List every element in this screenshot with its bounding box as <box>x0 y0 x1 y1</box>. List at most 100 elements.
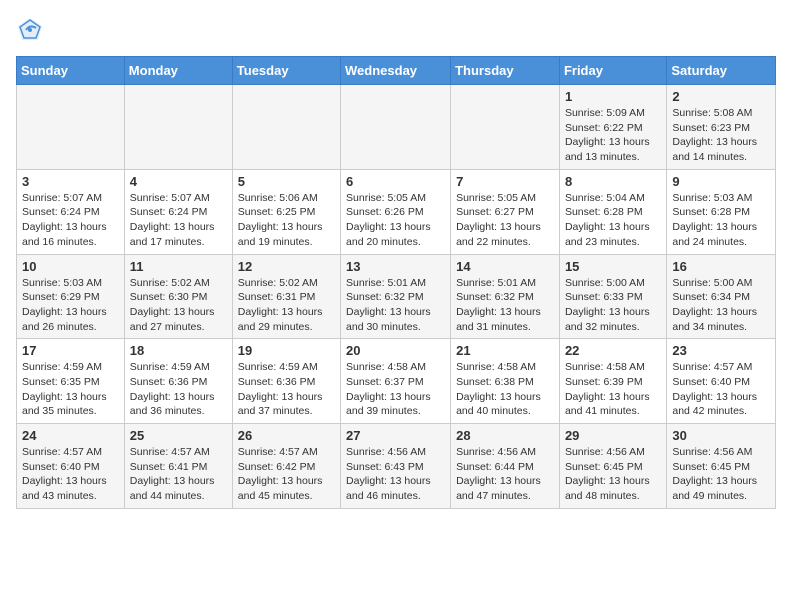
calendar-cell: 4 Sunrise: 5:07 AM Sunset: 6:24 PM Daylig… <box>124 169 232 254</box>
day-info: Sunrise: 4:57 AM Sunset: 6:40 PM Dayligh… <box>22 445 119 504</box>
calendar-body: 1 Sunrise: 5:09 AM Sunset: 6:22 PM Daylig… <box>17 85 776 509</box>
header-day-saturday: Saturday <box>667 57 776 85</box>
calendar-cell <box>17 85 125 170</box>
calendar-cell: 19 Sunrise: 4:59 AM Sunset: 6:36 PM Dayli… <box>232 339 340 424</box>
day-number: 21 <box>456 343 554 358</box>
day-info: Sunrise: 4:56 AM Sunset: 6:45 PM Dayligh… <box>672 445 770 504</box>
day-number: 17 <box>22 343 119 358</box>
header-day-monday: Monday <box>124 57 232 85</box>
header-day-sunday: Sunday <box>17 57 125 85</box>
calendar-week-4: 17 Sunrise: 4:59 AM Sunset: 6:35 PM Dayli… <box>17 339 776 424</box>
day-info: Sunrise: 5:02 AM Sunset: 6:31 PM Dayligh… <box>238 276 335 335</box>
day-info: Sunrise: 5:01 AM Sunset: 6:32 PM Dayligh… <box>456 276 554 335</box>
day-number: 19 <box>238 343 335 358</box>
day-info: Sunrise: 4:56 AM Sunset: 6:43 PM Dayligh… <box>346 445 445 504</box>
day-info: Sunrise: 5:03 AM Sunset: 6:28 PM Dayligh… <box>672 191 770 250</box>
day-info: Sunrise: 5:00 AM Sunset: 6:34 PM Dayligh… <box>672 276 770 335</box>
calendar-cell <box>341 85 451 170</box>
day-number: 18 <box>130 343 227 358</box>
calendar-cell: 24Sunrise: 4:57 AM Sunset: 6:40 PM Dayli… <box>17 424 125 509</box>
calendar-cell: 3 Sunrise: 5:07 AM Sunset: 6:24 PM Daylig… <box>17 169 125 254</box>
calendar-cell: 1 Sunrise: 5:09 AM Sunset: 6:22 PM Daylig… <box>559 85 666 170</box>
calendar-cell: 20 Sunrise: 4:58 AM Sunset: 6:37 PM Dayli… <box>341 339 451 424</box>
calendar-cell: 17 Sunrise: 4:59 AM Sunset: 6:35 PM Dayli… <box>17 339 125 424</box>
day-info: Sunrise: 5:05 AM Sunset: 6:26 PM Dayligh… <box>346 191 445 250</box>
day-info: Sunrise: 5:07 AM Sunset: 6:24 PM Dayligh… <box>130 191 227 250</box>
day-info: Sunrise: 5:06 AM Sunset: 6:25 PM Dayligh… <box>238 191 335 250</box>
day-number: 2 <box>672 89 770 104</box>
header-day-tuesday: Tuesday <box>232 57 340 85</box>
day-number: 25 <box>130 428 227 443</box>
calendar-cell: 5 Sunrise: 5:06 AM Sunset: 6:25 PM Daylig… <box>232 169 340 254</box>
day-number: 8 <box>565 174 661 189</box>
calendar-week-1: 1 Sunrise: 5:09 AM Sunset: 6:22 PM Daylig… <box>17 85 776 170</box>
day-info: Sunrise: 5:04 AM Sunset: 6:28 PM Dayligh… <box>565 191 661 250</box>
day-info: Sunrise: 4:58 AM Sunset: 6:37 PM Dayligh… <box>346 360 445 419</box>
day-number: 4 <box>130 174 227 189</box>
day-info: Sunrise: 5:09 AM Sunset: 6:22 PM Dayligh… <box>565 106 661 165</box>
calendar-cell: 9 Sunrise: 5:03 AM Sunset: 6:28 PM Daylig… <box>667 169 776 254</box>
day-info: Sunrise: 4:58 AM Sunset: 6:39 PM Dayligh… <box>565 360 661 419</box>
day-number: 5 <box>238 174 335 189</box>
calendar-cell: 12 Sunrise: 5:02 AM Sunset: 6:31 PM Dayli… <box>232 254 340 339</box>
header-day-friday: Friday <box>559 57 666 85</box>
day-number: 3 <box>22 174 119 189</box>
calendar-week-3: 10 Sunrise: 5:03 AM Sunset: 6:29 PM Dayli… <box>17 254 776 339</box>
day-number: 6 <box>346 174 445 189</box>
day-info: Sunrise: 4:56 AM Sunset: 6:45 PM Dayligh… <box>565 445 661 504</box>
day-info: Sunrise: 4:57 AM Sunset: 6:42 PM Dayligh… <box>238 445 335 504</box>
calendar-cell: 29 Sunrise: 4:56 AM Sunset: 6:45 PM Dayli… <box>559 424 666 509</box>
calendar-cell <box>124 85 232 170</box>
calendar-cell: 7Sunrise: 5:05 AM Sunset: 6:27 PM Daylig… <box>451 169 560 254</box>
calendar-cell: 11 Sunrise: 5:02 AM Sunset: 6:30 PM Dayli… <box>124 254 232 339</box>
calendar-cell <box>451 85 560 170</box>
day-number: 30 <box>672 428 770 443</box>
day-number: 12 <box>238 259 335 274</box>
calendar-cell <box>232 85 340 170</box>
calendar-cell: 18 Sunrise: 4:59 AM Sunset: 6:36 PM Dayli… <box>124 339 232 424</box>
page-header <box>16 16 776 44</box>
calendar-cell: 10 Sunrise: 5:03 AM Sunset: 6:29 PM Dayli… <box>17 254 125 339</box>
calendar-week-2: 3 Sunrise: 5:07 AM Sunset: 6:24 PM Daylig… <box>17 169 776 254</box>
day-number: 22 <box>565 343 661 358</box>
calendar-cell: 28 Sunrise: 4:56 AM Sunset: 6:44 PM Dayli… <box>451 424 560 509</box>
day-info: Sunrise: 4:59 AM Sunset: 6:35 PM Dayligh… <box>22 360 119 419</box>
calendar-cell: 16 Sunrise: 5:00 AM Sunset: 6:34 PM Dayli… <box>667 254 776 339</box>
day-number: 20 <box>346 343 445 358</box>
logo <box>16 16 48 44</box>
day-info: Sunrise: 5:08 AM Sunset: 6:23 PM Dayligh… <box>672 106 770 165</box>
day-info: Sunrise: 5:02 AM Sunset: 6:30 PM Dayligh… <box>130 276 227 335</box>
day-info: Sunrise: 4:59 AM Sunset: 6:36 PM Dayligh… <box>130 360 227 419</box>
day-number: 10 <box>22 259 119 274</box>
day-info: Sunrise: 5:07 AM Sunset: 6:24 PM Dayligh… <box>22 191 119 250</box>
day-info: Sunrise: 4:59 AM Sunset: 6:36 PM Dayligh… <box>238 360 335 419</box>
day-number: 26 <box>238 428 335 443</box>
day-number: 9 <box>672 174 770 189</box>
day-number: 11 <box>130 259 227 274</box>
day-number: 23 <box>672 343 770 358</box>
day-number: 28 <box>456 428 554 443</box>
day-number: 13 <box>346 259 445 274</box>
calendar-cell: 26 Sunrise: 4:57 AM Sunset: 6:42 PM Dayli… <box>232 424 340 509</box>
header-day-thursday: Thursday <box>451 57 560 85</box>
day-number: 27 <box>346 428 445 443</box>
day-info: Sunrise: 4:57 AM Sunset: 6:40 PM Dayligh… <box>672 360 770 419</box>
calendar-week-5: 24Sunrise: 4:57 AM Sunset: 6:40 PM Dayli… <box>17 424 776 509</box>
calendar-cell: 27 Sunrise: 4:56 AM Sunset: 6:43 PM Dayli… <box>341 424 451 509</box>
calendar-cell: 6 Sunrise: 5:05 AM Sunset: 6:26 PM Daylig… <box>341 169 451 254</box>
calendar-cell: 30 Sunrise: 4:56 AM Sunset: 6:45 PM Dayli… <box>667 424 776 509</box>
day-info: Sunrise: 4:56 AM Sunset: 6:44 PM Dayligh… <box>456 445 554 504</box>
day-info: Sunrise: 4:58 AM Sunset: 6:38 PM Dayligh… <box>456 360 554 419</box>
day-info: Sunrise: 5:05 AM Sunset: 6:27 PM Dayligh… <box>456 191 554 250</box>
calendar-cell: 14 Sunrise: 5:01 AM Sunset: 6:32 PM Dayli… <box>451 254 560 339</box>
calendar-cell: 21 Sunrise: 4:58 AM Sunset: 6:38 PM Dayli… <box>451 339 560 424</box>
day-number: 1 <box>565 89 661 104</box>
day-info: Sunrise: 4:57 AM Sunset: 6:41 PM Dayligh… <box>130 445 227 504</box>
day-number: 14 <box>456 259 554 274</box>
calendar-cell: 25 Sunrise: 4:57 AM Sunset: 6:41 PM Dayli… <box>124 424 232 509</box>
day-info: Sunrise: 5:03 AM Sunset: 6:29 PM Dayligh… <box>22 276 119 335</box>
calendar-cell: 8 Sunrise: 5:04 AM Sunset: 6:28 PM Daylig… <box>559 169 666 254</box>
logo-icon <box>16 16 44 44</box>
day-number: 16 <box>672 259 770 274</box>
day-number: 29 <box>565 428 661 443</box>
